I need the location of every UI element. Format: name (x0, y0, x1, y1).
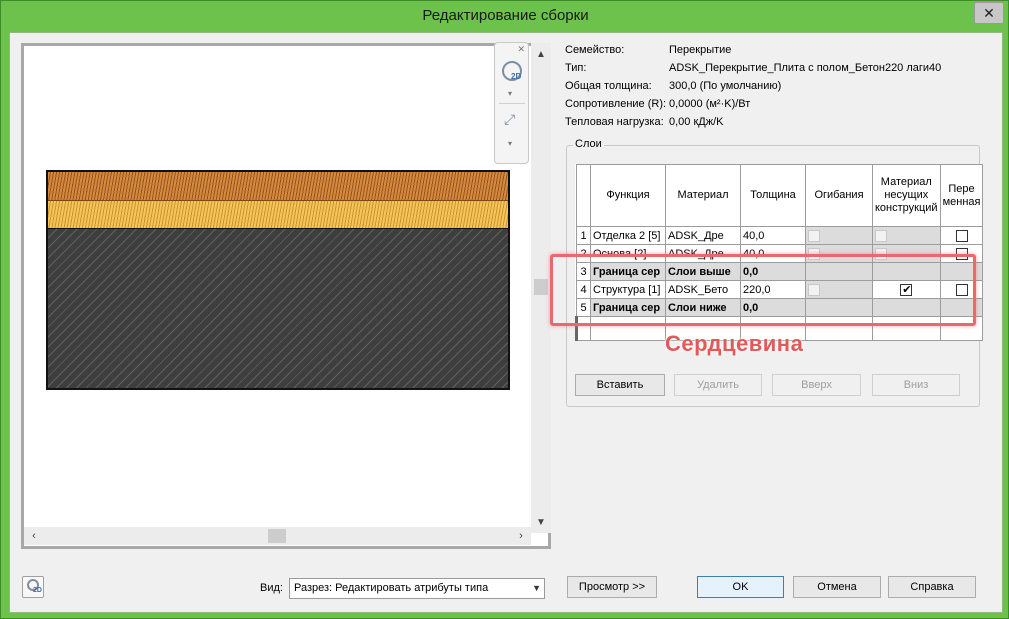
insert-button[interactable]: Вставить (575, 374, 665, 396)
view-label: Вид: (260, 582, 283, 594)
cell-material[interactable]: ADSK_Дре (665, 226, 741, 245)
zoom-extents-icon[interactable]: ⤢ (504, 111, 515, 128)
navigation-bar: ✕ 2D ▾ ⤢ ▾ (494, 42, 529, 164)
cell-wraps (805, 226, 873, 245)
dialog-window: Редактирование сборки ✕ ✕ 2D ▾ ⤢ ▾ ▲ ▼ ‹… (0, 0, 1009, 619)
layer-finish-hatch (48, 172, 508, 200)
property-row-family: Семейство: Перекрытие (565, 44, 732, 56)
assembly-section-drawing (46, 170, 510, 390)
scroll-up-icon[interactable]: ▲ (531, 47, 551, 63)
structural-checkbox (875, 229, 887, 242)
cell-structural (872, 226, 941, 245)
scroll-left-icon[interactable]: ‹ (26, 527, 42, 545)
property-row-thickness: Общая толщина: 300,0 (По умолчанию) (565, 80, 782, 92)
close-icon: ✕ (983, 5, 995, 21)
wraps-checkbox (808, 229, 820, 242)
preview-toggle-button[interactable]: Просмотр >> (567, 576, 657, 598)
move-down-button[interactable]: Вниз (872, 374, 960, 396)
layer-structure-hatch (48, 228, 508, 388)
dialog-client: ✕ 2D ▾ ⤢ ▾ ▲ ▼ ‹ › Семейство: Перекрытие … (9, 32, 1003, 613)
view-select[interactable]: Разрез: Редактировать атрибуты типа ▼ (289, 578, 545, 599)
cell-function[interactable]: Отделка 2 [5] (590, 226, 666, 245)
chevron-down-icon[interactable]: ▾ (508, 139, 512, 148)
header-wraps[interactable]: Огибания (805, 164, 873, 227)
property-row-resistance: Сопротивление (R): 0,0000 (м²·K)/Вт (565, 98, 751, 110)
core-annotation-label: Сердцевина (665, 331, 804, 356)
delete-button[interactable]: Удалить (674, 374, 762, 396)
layers-table-header: Функция Материал Толщина Огибания Матери… (576, 164, 984, 227)
table-row[interactable]: 1 Отделка 2 [5] ADSK_Дре 40,0 (576, 226, 984, 245)
cancel-button[interactable]: Отмена (793, 576, 881, 598)
view-select-value: Разрез: Редактировать атрибуты типа (294, 582, 489, 594)
scroll-thumb[interactable] (268, 529, 286, 543)
navbar-divider (499, 103, 525, 104)
help-button[interactable]: Справка (888, 576, 976, 598)
chevron-down-icon[interactable]: ▾ (508, 89, 512, 98)
scroll-thumb[interactable] (534, 279, 548, 295)
layers-group-title: Слои (573, 138, 604, 150)
header-variable[interactable]: Пере менная (939, 164, 984, 227)
core-highlight-frame (550, 254, 976, 326)
ok-button[interactable]: OK (697, 576, 784, 598)
assembly-properties: Семейство: Перекрытие Тип: ADSK_Перекрытие… (565, 41, 995, 131)
wheel-2d-label: 2D (511, 72, 522, 81)
header-num (576, 164, 591, 227)
move-up-button[interactable]: Вверх (772, 374, 861, 396)
window-title: Редактирование сборки (422, 7, 589, 24)
header-material[interactable]: Материал (665, 164, 741, 227)
header-function[interactable]: Функция (590, 164, 666, 227)
property-row-thermal-mass: Тепловая нагрузка: 0,00 кДж/K (565, 116, 724, 128)
navbar-close-icon[interactable]: ✕ (517, 44, 525, 55)
chevron-down-icon: ▼ (532, 583, 541, 593)
layer-base-hatch (48, 200, 508, 228)
header-thickness[interactable]: Толщина (740, 164, 806, 227)
scroll-down-icon[interactable]: ▼ (531, 515, 551, 531)
preview-vertical-scrollbar[interactable]: ▲ ▼ (531, 43, 551, 533)
cell-thickness[interactable]: 40,0 (740, 226, 806, 245)
cell-variable[interactable] (939, 226, 984, 245)
scroll-right-icon[interactable]: › (513, 527, 529, 545)
row-number: 1 (576, 226, 591, 245)
steering-wheel-icon[interactable]: 2D (22, 576, 44, 598)
wheel-2d-label: 2D (33, 587, 42, 594)
preview-horizontal-scrollbar[interactable]: ‹ › (24, 527, 531, 545)
close-button[interactable]: ✕ (974, 2, 1004, 24)
property-row-type: Тип: ADSK_Перекрытие_Плита с полом_Бетон2… (565, 62, 942, 74)
header-structural-material[interactable]: Материал несущих конструкций (872, 164, 941, 227)
variable-checkbox[interactable] (955, 229, 968, 242)
